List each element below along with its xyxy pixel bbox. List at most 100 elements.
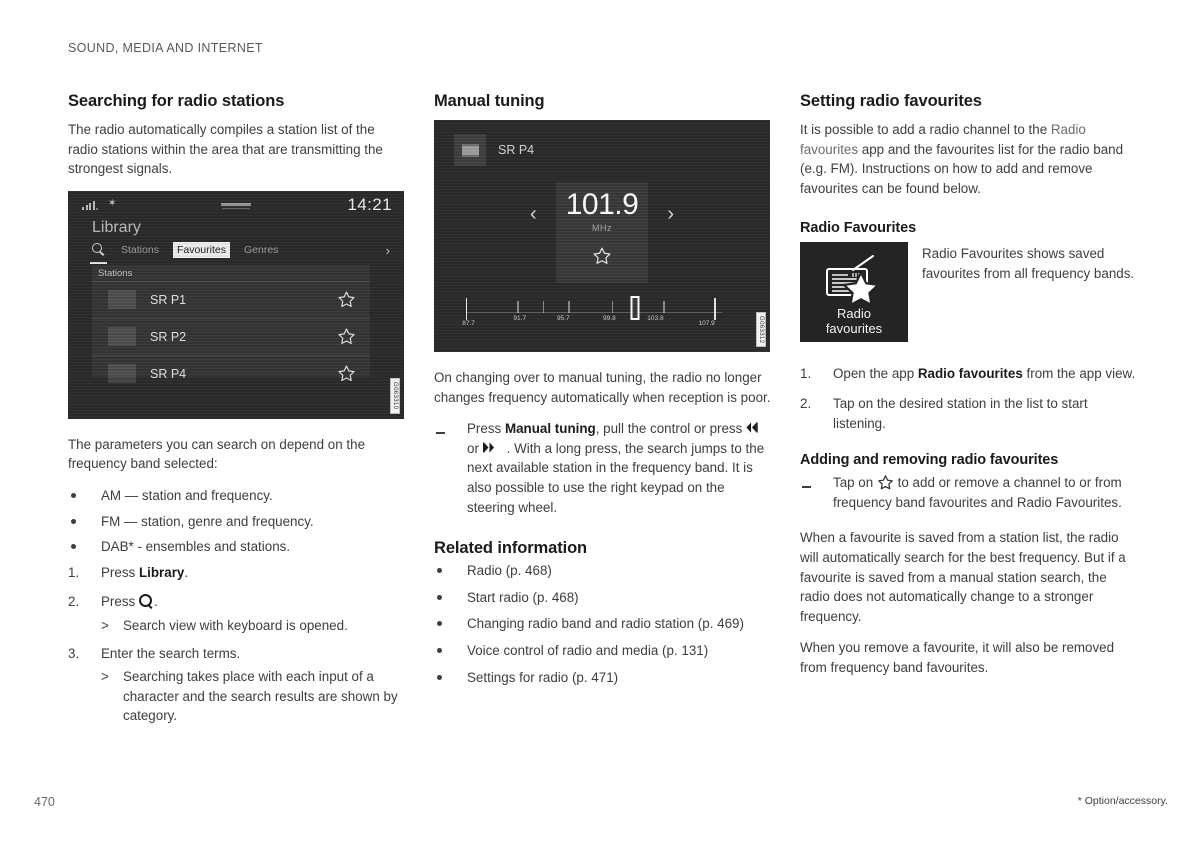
related-information-list: Radio (p. 468) Start radio (p. 468) Chan…: [434, 561, 774, 687]
list-item: 2. Press . Search view with keyboard is …: [68, 592, 408, 635]
intro-paragraph: The radio automatically compiles a stati…: [68, 122, 383, 177]
step-number: 3.: [68, 645, 80, 661]
tuning-header: SR P4: [454, 134, 534, 166]
intro-text-1: It is possible to add a radio channel to…: [800, 122, 1051, 137]
signal-strength-icon: [82, 200, 98, 210]
previous-frequency-icon[interactable]: ‹: [530, 204, 537, 224]
sub-heading-adding-removing: Adding and removing radio favourites: [800, 452, 1059, 469]
tab-genres[interactable]: Genres: [240, 242, 282, 258]
list-item[interactable]: Changing radio band and radio station (p…: [434, 614, 774, 634]
page-number: 470: [34, 795, 55, 809]
list-item[interactable]: Voice control of radio and media (p. 131…: [434, 641, 774, 661]
running-head: SOUND, MEDIA AND INTERNET: [68, 41, 263, 55]
frequency-marker[interactable]: [630, 296, 640, 320]
app-tile-label-line2: favourites: [825, 321, 883, 337]
list-item[interactable]: Settings for radio (p. 471): [434, 668, 774, 688]
related-information-heading: Related information: [434, 539, 588, 558]
list-item: DAB* - ensembles and stations.: [68, 537, 408, 557]
library-tabbar: Stations Favourites Genres ›: [90, 242, 394, 264]
library-screenshot: ✶ 14:21 Library Stations Favourites Genr…: [68, 190, 404, 419]
favourite-star-icon[interactable]: [337, 327, 356, 346]
station-logo: [108, 327, 136, 347]
instr-text-3: or: [467, 440, 483, 456]
sub-heading-radio-favourites: Radio Favourites: [800, 220, 917, 237]
table-row[interactable]: SR P2: [92, 317, 370, 355]
section-heading-searching: Searching for radio stations: [68, 92, 285, 110]
step-text-before: Press: [101, 564, 139, 580]
bluetooth-icon: ✶: [108, 197, 117, 209]
table-row[interactable]: SR P1: [92, 280, 370, 318]
station-name: SR P1: [150, 292, 187, 307]
manual-page: SOUND, MEDIA AND INTERNET Searching for …: [0, 0, 1200, 845]
list-item: AM — station and frequency.: [68, 486, 408, 506]
tab-favourites[interactable]: Favourites: [172, 242, 230, 259]
list-item: 3. Enter the search terms. Searching tak…: [68, 644, 408, 726]
step-bold: Library: [138, 564, 185, 580]
scale-tick: [542, 301, 545, 313]
scale-tick: [663, 301, 665, 313]
list-item: 2. Tap on the desired station in the lis…: [800, 394, 1140, 433]
rewind-icon: [746, 422, 758, 433]
station-list-panel: Stations SR P1 SR P2 SR P4: [92, 264, 370, 384]
app-tile-block: Radio favourites Radio Favourites shows …: [800, 242, 1140, 343]
list-item[interactable]: Radio (p. 468): [434, 561, 774, 581]
scale-tick: [517, 301, 519, 313]
figure-code: G063312: [756, 311, 766, 347]
scale-tick: [568, 301, 570, 313]
list-item: Tap on to add or remove a channel to or …: [800, 473, 1140, 512]
chevron-right-icon[interactable]: ›: [386, 244, 394, 257]
clock: 14:21: [347, 194, 392, 214]
step-result: Search view with keyboard is opened.: [101, 616, 408, 636]
station-logo: [454, 134, 486, 166]
column-left: Searching for radio stations The radio a…: [68, 92, 408, 734]
step-text-2: from the app view.: [1022, 366, 1136, 382]
frequency-display: 101.9 MHz: [556, 182, 648, 283]
station-name: SR P2: [150, 329, 187, 344]
manual-tuning-screenshot: SR P4 ‹ › 101.9 MHz 87.7 91.7 95.7 99.8 …: [434, 120, 770, 352]
tab-stations[interactable]: Stations: [117, 242, 163, 258]
frequency-value: 101.9: [565, 188, 639, 221]
section-heading-setting-favourites: Setting radio favourites: [800, 92, 982, 110]
favourites-intro-paragraph: It is possible to add a radio channel to…: [800, 120, 1140, 198]
list-section-header: Stations: [98, 267, 133, 279]
next-frequency-icon[interactable]: ›: [667, 204, 674, 224]
favourite-star-icon[interactable]: [592, 246, 612, 266]
list-item[interactable]: Start radio (p. 468): [434, 588, 774, 608]
instr-text-1: Press: [467, 421, 505, 437]
frequency-scale[interactable]: 87.7 91.7 95.7 99.8 103.8 107.9: [462, 296, 722, 330]
favourites-note-2: When you remove a favourite, it will als…: [800, 640, 1115, 675]
app-tile-caption: Radio Favourites shows saved favourites …: [922, 246, 1135, 281]
table-row[interactable]: SR P4: [92, 354, 370, 392]
step-text-before: Enter the search terms.: [101, 645, 241, 661]
search-icon[interactable]: [90, 242, 107, 264]
column-middle: Manual tuning SR P4 ‹ › 101.9 MHz 87.7 9…: [434, 92, 774, 694]
status-bar: ✶ 14:21: [68, 191, 404, 219]
app-tile-label-line1: Radio: [837, 306, 871, 322]
step-number: 1.: [68, 564, 80, 580]
app-tile-label: Radio favourites: [800, 306, 908, 336]
station-name: SR P4: [150, 366, 187, 381]
footnote-option-accessory: * Option/accessory.: [1077, 795, 1168, 807]
favourite-star-icon[interactable]: [337, 290, 356, 309]
app-tile-radio-favourites[interactable]: Radio favourites: [800, 242, 908, 343]
list-item: FM — station, genre and frequency.: [68, 512, 408, 532]
favourites-steps-list: 1. Open the app Radio favourites from th…: [800, 364, 1140, 433]
search-icon: [138, 594, 154, 609]
scale-label: 95.7: [556, 315, 570, 322]
step-text-before: Press: [101, 594, 139, 610]
favourite-star-icon[interactable]: [337, 364, 356, 383]
scale-tick: [714, 298, 716, 320]
station-logo: [108, 364, 136, 384]
step-text-after: .: [153, 594, 158, 610]
station-logo: [108, 290, 136, 310]
frequency-unit: MHz: [592, 223, 612, 233]
section-heading-manual-tuning: Manual tuning: [434, 92, 545, 110]
pull-down-handle[interactable]: [221, 202, 251, 206]
adding-removing-instruction: Tap on to add or remove a channel to or …: [800, 473, 1140, 512]
scale-label: 87.7: [462, 320, 475, 327]
instr-text-1: Tap on: [833, 475, 877, 491]
instr-text-4: . With a long press, the search jumps to…: [467, 440, 765, 515]
step-number: 2.: [68, 594, 80, 610]
step-result: Searching takes place with each input of…: [101, 667, 408, 726]
figure-code: G063310: [390, 378, 400, 414]
